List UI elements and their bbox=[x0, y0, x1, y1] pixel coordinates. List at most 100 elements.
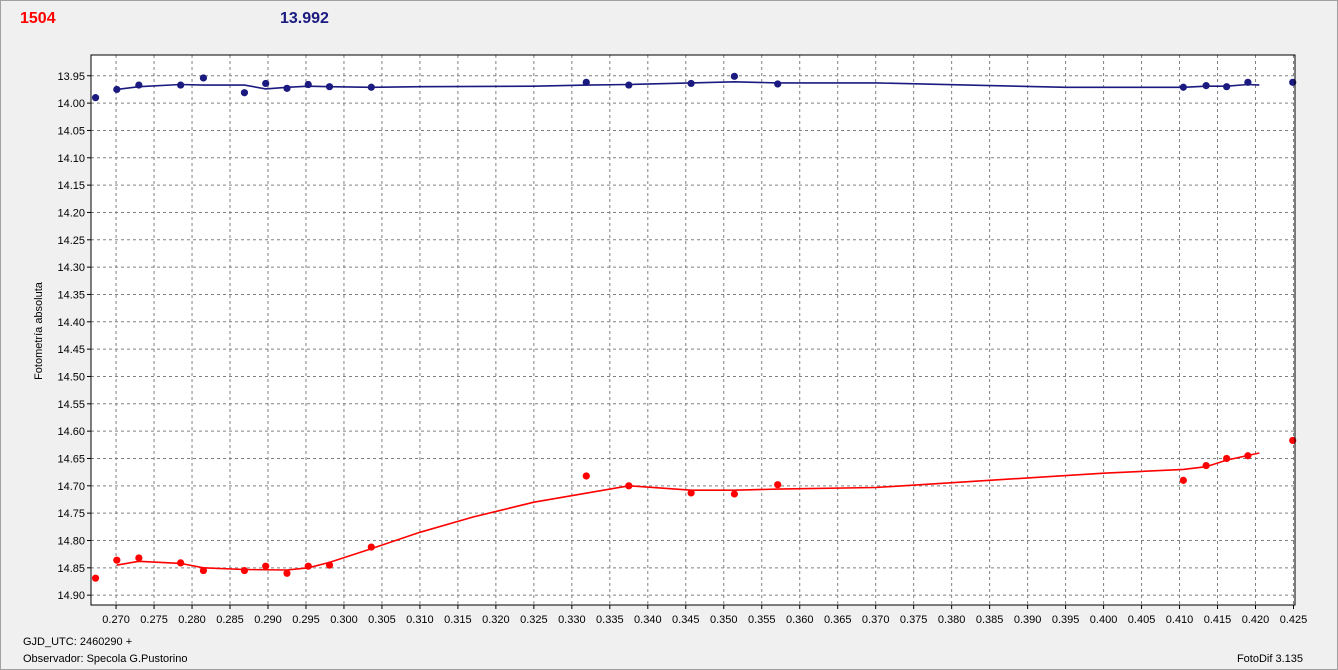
series-0-data-point bbox=[91, 94, 100, 102]
x-tick-label: 0.360 bbox=[786, 614, 814, 626]
x-tick-label: 0.345 bbox=[672, 614, 700, 626]
series-1-data-point bbox=[304, 562, 312, 570]
gjd-footer: GJD_UTC: 2460290 + bbox=[23, 636, 133, 648]
x-tick-label: 0.300 bbox=[330, 614, 358, 626]
series-1-data-point bbox=[367, 543, 375, 551]
series-0-data-point bbox=[304, 80, 312, 89]
series-1-data-point bbox=[325, 561, 334, 569]
x-tick-label: 0.355 bbox=[748, 614, 776, 626]
x-tick-label: 0.410 bbox=[1166, 614, 1194, 626]
series-0-data-point bbox=[113, 85, 121, 94]
y-tick-label: 14.90 bbox=[57, 590, 85, 602]
series-0-data-point bbox=[730, 72, 738, 80]
series-1-data-point bbox=[774, 481, 782, 489]
x-tick-label: 0.285 bbox=[216, 614, 244, 626]
x-tick-label: 0.270 bbox=[102, 614, 130, 626]
y-tick-label: 14.35 bbox=[57, 289, 85, 301]
x-tick-label: 0.370 bbox=[862, 614, 890, 626]
series-1-data-point bbox=[91, 574, 100, 582]
y-axis-ticks: 13.95 14.00 14.05 14.10 14.15 14.20 14.25 14.30… bbox=[57, 71, 91, 602]
series-0-data-point bbox=[177, 81, 185, 89]
series-1-data-point bbox=[687, 489, 695, 497]
y-tick-label: 14.40 bbox=[57, 317, 85, 329]
y-axis-label: Fotometría absoluta bbox=[33, 281, 45, 380]
y-tick-label: 14.65 bbox=[57, 453, 85, 465]
series-0-data-point bbox=[283, 84, 291, 92]
x-tick-label: 0.325 bbox=[520, 614, 548, 626]
series-1-data-point bbox=[625, 482, 633, 490]
chart-area: 13.95 14.00 14.05 14.10 14.15 14.20 14.25 14.30… bbox=[33, 54, 1307, 626]
series-1-data-point bbox=[1202, 461, 1210, 470]
y-tick-label: 14.80 bbox=[57, 535, 85, 547]
x-tick-label: 0.420 bbox=[1242, 614, 1270, 626]
y-tick-label: 14.45 bbox=[57, 344, 85, 356]
y-tick-label: 13.95 bbox=[57, 71, 85, 83]
plot-background bbox=[91, 55, 1295, 605]
series-0-data-point bbox=[625, 81, 633, 89]
x-tick-label: 0.405 bbox=[1128, 614, 1156, 626]
x-tick-label: 0.320 bbox=[482, 614, 510, 626]
y-tick-label: 14.10 bbox=[57, 153, 85, 165]
series-0-data-point bbox=[1179, 83, 1187, 91]
series-0-data-point bbox=[325, 83, 334, 91]
x-tick-label: 0.295 bbox=[292, 614, 320, 626]
x-tick-label: 0.315 bbox=[444, 614, 472, 626]
y-tick-label: 14.20 bbox=[57, 207, 85, 219]
y-tick-label: 14.85 bbox=[57, 563, 85, 575]
y-tick-label: 14.75 bbox=[57, 508, 85, 520]
series-1-data-point bbox=[199, 566, 208, 575]
x-tick-label: 0.330 bbox=[558, 614, 586, 626]
series-0-data-point bbox=[1223, 83, 1231, 91]
series-1-data-point bbox=[582, 472, 590, 480]
y-tick-label: 14.25 bbox=[57, 235, 85, 247]
series-1-data-point bbox=[113, 556, 121, 564]
series-0-data-point bbox=[199, 74, 208, 82]
x-tick-label: 0.290 bbox=[254, 614, 282, 626]
series-1-data-point bbox=[1179, 476, 1187, 484]
x-tick-label: 0.310 bbox=[406, 614, 434, 626]
series-1-data-point bbox=[1244, 452, 1252, 460]
x-tick-label: 0.340 bbox=[634, 614, 662, 626]
x-tick-label: 0.375 bbox=[900, 614, 928, 626]
x-tick-label: 0.400 bbox=[1090, 614, 1118, 626]
x-tick-label: 0.390 bbox=[1014, 614, 1042, 626]
series-0-data-point bbox=[1202, 82, 1210, 90]
x-tick-label: 0.350 bbox=[710, 614, 738, 626]
x-tick-label: 0.305 bbox=[368, 614, 396, 626]
series-0-data-point bbox=[687, 79, 695, 88]
x-tick-label: 0.280 bbox=[178, 614, 206, 626]
series-0-data-point bbox=[367, 83, 375, 91]
x-tick-label: 0.415 bbox=[1204, 614, 1232, 626]
series-1-data-point bbox=[283, 569, 291, 577]
y-tick-label: 14.00 bbox=[57, 98, 85, 110]
x-tick-label: 0.385 bbox=[976, 614, 1004, 626]
y-tick-label: 14.55 bbox=[57, 399, 85, 411]
series-1-data-point bbox=[730, 490, 738, 498]
series-0-data-point bbox=[262, 79, 270, 88]
series-0-data-point bbox=[135, 81, 143, 89]
y-tick-label: 14.70 bbox=[57, 481, 85, 493]
y-tick-label: 14.60 bbox=[57, 426, 85, 438]
chart-window: 1504 13.992 13.95 14.00 14.05 14.10 14.15 14.… bbox=[0, 0, 1338, 670]
series-0-data-point bbox=[774, 80, 782, 88]
x-tick-label: 0.425 bbox=[1280, 614, 1308, 626]
series-0-data-point bbox=[240, 89, 249, 97]
series-0-data-point bbox=[1244, 78, 1252, 86]
x-tick-label: 0.275 bbox=[140, 614, 168, 626]
x-tick-label: 0.395 bbox=[1052, 614, 1080, 626]
y-tick-label: 14.30 bbox=[57, 262, 85, 274]
series-0-data-point bbox=[582, 78, 590, 86]
x-tick-label: 0.365 bbox=[824, 614, 852, 626]
series-1-data-point bbox=[1223, 454, 1231, 463]
series-1-data-point bbox=[135, 554, 143, 562]
y-tick-label: 14.50 bbox=[57, 371, 85, 383]
series-1-data-point bbox=[240, 566, 249, 575]
x-tick-label: 0.335 bbox=[596, 614, 624, 626]
x-tick-label: 0.380 bbox=[938, 614, 966, 626]
y-tick-label: 14.15 bbox=[57, 180, 85, 192]
series-1-data-point bbox=[262, 562, 270, 570]
software-footer: FotoDif 3.135 bbox=[1236, 653, 1303, 665]
y-tick-label: 14.05 bbox=[57, 125, 85, 137]
x-axis-ticks: 0.270 0.275 0.280 0.285 0.290 0.295 0.300 0.305… bbox=[102, 605, 1307, 626]
observer-footer: Observador: Specola G.Pustorino bbox=[23, 653, 188, 665]
